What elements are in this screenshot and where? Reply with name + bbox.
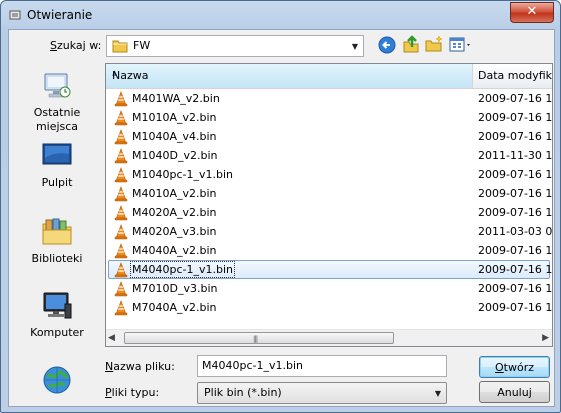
vlc-cone-icon	[114, 186, 128, 202]
place-recent-label: Ostatnie miejsca	[33, 106, 81, 133]
place-desktop-label: Pulpit	[41, 176, 73, 189]
new-folder-icon[interactable]	[425, 35, 443, 53]
window-title: Otwieranie	[27, 8, 93, 22]
file-name: M7010D_v3.bin	[132, 282, 218, 295]
file-row[interactable]: M7040A_v2.bin 2009-07-16 11:	[106, 298, 552, 317]
file-row[interactable]: M401WA_v2.bin 2009-07-16 11:	[106, 89, 552, 108]
column-header-name-label: Nazwa	[112, 69, 149, 82]
filetype-value: Plik bin (*.bin)	[204, 386, 282, 399]
file-date: 2009-07-16 11:	[478, 263, 553, 276]
file-name: M4040A_v2.bin	[132, 244, 217, 257]
folder-icon	[112, 40, 128, 53]
back-arrow-icon[interactable]	[378, 36, 396, 54]
file-date: 2009-07-16 10:	[478, 111, 553, 124]
app-icon	[9, 10, 21, 20]
computer-icon	[43, 292, 72, 319]
vlc-cone-icon	[114, 110, 128, 126]
lookin-label: Szukaj w:	[50, 39, 102, 52]
vlc-cone-icon	[114, 205, 128, 221]
column-header-name[interactable]: ▲ Nazwa	[106, 64, 473, 88]
file-date: 2009-07-16 10:	[478, 130, 553, 143]
open-dialog-window: Otwieranie ✕ Szukaj w: FW ▼ Ostatnie mie…	[0, 0, 561, 413]
place-libraries[interactable]: Biblioteki	[13, 216, 101, 266]
chevron-down-icon[interactable]: ▼	[430, 383, 446, 403]
vlc-cone-icon	[114, 243, 128, 259]
column-header-row: ▲ Nazwa Data modyfika	[106, 64, 552, 89]
dialog-client-area: Szukaj w: FW ▼ Ostatnie miejsca Pulpit B…	[8, 29, 555, 407]
vlc-cone-icon	[114, 91, 128, 107]
close-button[interactable]: ✕	[510, 2, 554, 23]
lookin-combo[interactable]: FW ▼	[106, 35, 364, 57]
vlc-cone-icon	[114, 224, 128, 240]
file-name: M1040D_v2.bin	[132, 149, 218, 162]
file-row[interactable]: M4020A_v2.bin 2009-07-16 10:	[106, 203, 552, 222]
file-date: 2009-07-16 11:	[478, 92, 553, 105]
libraries-icon	[42, 218, 72, 245]
filetype-label: Pliki typu:	[105, 386, 160, 399]
place-network[interactable]	[13, 364, 101, 400]
title-bar[interactable]: Otwieranie ✕	[1, 1, 560, 29]
file-name: M401WA_v2.bin	[132, 92, 220, 105]
filename-label: Nazwa pliku:	[105, 360, 175, 373]
file-date: 2009-07-16 11:	[478, 282, 553, 295]
place-desktop[interactable]: Pulpit	[13, 140, 101, 190]
file-name: M4020A_v3.bin	[132, 225, 217, 238]
file-row[interactable]: M4020A_v3.bin 2011-03-03 08:	[106, 222, 552, 241]
places-bar: Ostatnie miejsca Pulpit Biblioteki Kompu…	[13, 64, 101, 398]
file-row[interactable]: M4010A_v2.bin 2009-07-16 11:	[106, 184, 552, 203]
file-date: 2009-07-16 11:	[478, 244, 553, 257]
filename-field[interactable]: M4040pc-1_v1.bin	[197, 355, 447, 377]
file-row[interactable]: M1040pc-1_v1.bin 2009-07-16 10:	[106, 165, 552, 184]
vlc-cone-icon	[114, 148, 128, 164]
vlc-cone-icon	[114, 300, 128, 316]
file-row[interactable]: M4040pc-1_v1.bin 2009-07-16 11:	[106, 260, 552, 279]
file-date: 2009-07-16 10:	[478, 168, 553, 181]
file-name: M7040A_v2.bin	[132, 301, 217, 314]
file-name: M1010A_v2.bin	[132, 111, 217, 124]
scrollbar-thumb[interactable]: |||	[124, 332, 394, 344]
place-computer-label: Komputer	[30, 326, 84, 339]
file-name: M1040A_v4.bin	[132, 130, 217, 143]
file-name: M4010A_v2.bin	[132, 187, 217, 200]
file-row[interactable]: M4040A_v2.bin 2009-07-16 11:	[106, 241, 552, 260]
place-libraries-label: Biblioteki	[31, 252, 83, 265]
file-date: 2011-11-30 15:	[478, 149, 553, 162]
up-folder-icon[interactable]	[402, 35, 420, 53]
place-computer[interactable]: Komputer	[13, 290, 101, 340]
place-recent[interactable]: Ostatnie miejsca	[13, 70, 101, 134]
grip-icon: |||	[253, 335, 258, 343]
horizontal-scrollbar[interactable]: ◀ ||| ▶	[106, 329, 552, 346]
vlc-cone-icon	[114, 281, 128, 297]
vlc-cone-icon	[114, 262, 128, 278]
scroll-right-icon[interactable]: ▶	[542, 333, 549, 343]
file-date: 2009-07-16 11:	[478, 187, 553, 200]
chevron-down-icon[interactable]: ▼	[347, 36, 363, 56]
file-date: 2011-03-03 08:	[478, 225, 553, 238]
file-date: 2009-07-16 11:	[478, 301, 553, 314]
file-row[interactable]: M7010D_v3.bin 2009-07-16 11:	[106, 279, 552, 298]
column-header-date[interactable]: Data modyfika	[478, 69, 552, 82]
desktop-icon	[42, 143, 72, 165]
file-name: M4040pc-1_v1.bin	[130, 261, 235, 278]
scroll-left-icon[interactable]: ◀	[108, 333, 115, 343]
file-row[interactable]: M1010A_v2.bin 2009-07-16 10:	[106, 108, 552, 127]
recent-places-icon	[44, 73, 71, 98]
views-menu-icon[interactable]	[449, 36, 473, 54]
vlc-cone-icon	[114, 129, 128, 145]
file-row[interactable]: M1040D_v2.bin 2011-11-30 15:	[106, 146, 552, 165]
network-icon	[43, 366, 71, 394]
file-date: 2009-07-16 10:	[478, 206, 553, 219]
vlc-cone-icon	[114, 167, 128, 183]
open-button[interactable]: Otwórz	[479, 356, 550, 378]
file-name: M4020A_v2.bin	[132, 206, 217, 219]
filetype-select[interactable]: Plik bin (*.bin) ▼	[197, 382, 447, 404]
current-folder-name: FW	[133, 39, 151, 52]
file-row[interactable]: M1040A_v4.bin 2009-07-16 10:	[106, 127, 552, 146]
file-name: M1040pc-1_v1.bin	[132, 168, 233, 181]
filename-value: M4040pc-1_v1.bin	[202, 359, 303, 372]
cancel-button[interactable]: Anuluj	[479, 381, 550, 403]
file-list[interactable]: ▲ Nazwa Data modyfika M401WA_v2.bin 2009-…	[105, 63, 553, 347]
